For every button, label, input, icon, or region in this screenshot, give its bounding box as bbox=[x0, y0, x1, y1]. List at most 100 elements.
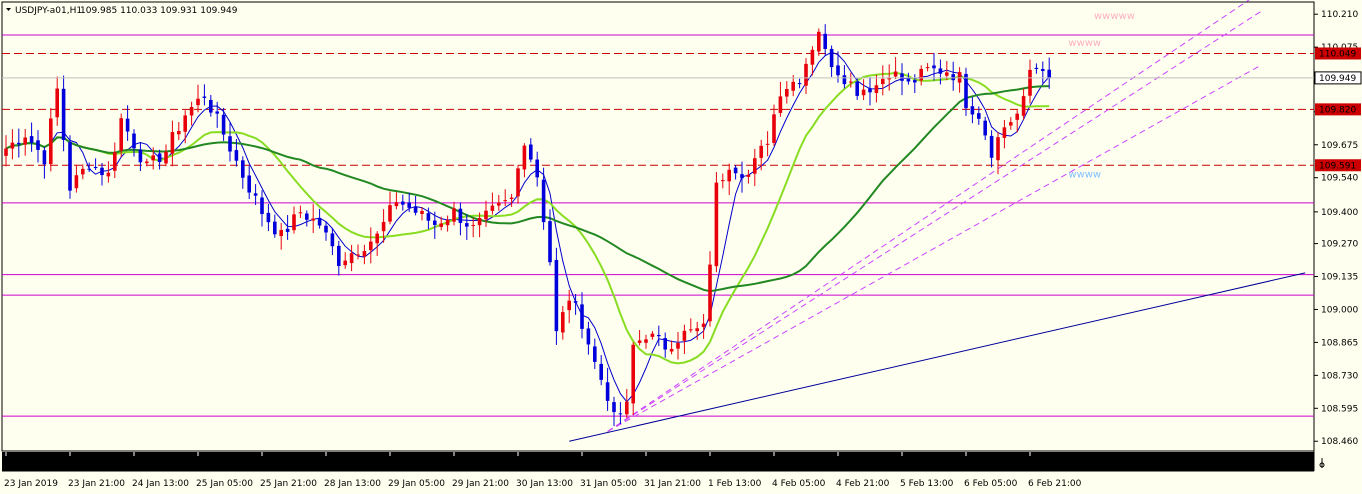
candle-body bbox=[170, 131, 175, 154]
candle-body bbox=[234, 150, 239, 161]
time-tick-label: 28 Jan 20:00 bbox=[324, 458, 381, 468]
candle-body bbox=[740, 174, 744, 179]
candle-body bbox=[247, 175, 251, 193]
candle-body bbox=[893, 71, 898, 77]
candle-body bbox=[157, 153, 162, 163]
time-tick-label: 5 Feb 04:00 bbox=[836, 458, 890, 468]
candle-body bbox=[586, 328, 591, 345]
candle-body bbox=[324, 225, 328, 233]
candle-body bbox=[868, 88, 872, 93]
candle-body bbox=[394, 202, 399, 207]
candle-body bbox=[138, 149, 143, 163]
chart-header: USDJPY-a01,H1 109.985 110.033 109.931 10… bbox=[6, 6, 238, 16]
time-tick-label: 31 Jan 21:00 bbox=[644, 479, 701, 489]
candle-body bbox=[209, 99, 213, 113]
candle-body bbox=[625, 401, 629, 415]
candle-body bbox=[913, 80, 917, 83]
candle-body bbox=[701, 323, 706, 328]
price-tick-label: 108.865 bbox=[1321, 338, 1358, 348]
candle-body bbox=[1015, 113, 1019, 120]
time-tick-label: 24 Jan 13:00 bbox=[132, 479, 189, 489]
candle-body bbox=[791, 81, 795, 91]
candle-body bbox=[714, 182, 719, 267]
candle-body bbox=[381, 221, 386, 232]
candle-body bbox=[330, 233, 335, 247]
candle-body bbox=[631, 344, 635, 404]
candle-body bbox=[298, 212, 303, 214]
candle-body bbox=[778, 96, 783, 113]
level-price-label: 109.820 bbox=[1319, 105, 1356, 115]
candle-body bbox=[349, 253, 354, 264]
candle-body bbox=[753, 158, 757, 174]
price-tick-label: 110.210 bbox=[1321, 10, 1358, 20]
candle-body bbox=[605, 382, 610, 401]
candle-body bbox=[292, 214, 296, 231]
candle-body bbox=[836, 65, 840, 76]
candle-body bbox=[849, 81, 853, 83]
time-tick-label: 20:00 bbox=[708, 458, 734, 468]
candle-body bbox=[881, 78, 885, 85]
time-tick-label: 30 Jan 04:00 bbox=[452, 458, 509, 468]
time-tick-label: 6 Feb 05:00 bbox=[964, 479, 1018, 489]
candle-body bbox=[874, 85, 879, 94]
candle-body bbox=[797, 83, 802, 85]
time-tick-label: 4 Feb 05:00 bbox=[772, 479, 826, 489]
candle-body bbox=[420, 210, 424, 214]
candle-body bbox=[4, 148, 8, 156]
candle-body bbox=[989, 135, 994, 158]
price-tick-label: 108.595 bbox=[1321, 404, 1358, 414]
price-tick-label: 109.000 bbox=[1321, 305, 1358, 315]
time-tick-label: 23 Jan 2019 bbox=[4, 479, 58, 489]
candle-body bbox=[906, 78, 911, 82]
candle-body bbox=[177, 131, 181, 135]
candle-body bbox=[29, 136, 34, 143]
candle-body bbox=[657, 334, 661, 337]
candle-body bbox=[458, 208, 463, 223]
time-tick-label: 29 Jan 12:00 bbox=[388, 458, 445, 468]
time-tick-label: 1 Feb 04:00 bbox=[644, 458, 698, 468]
candle-body bbox=[644, 339, 648, 343]
candle-body bbox=[273, 221, 277, 235]
candle-body bbox=[49, 118, 53, 165]
candle-body bbox=[964, 73, 968, 109]
time-tick-label: 20:00 bbox=[900, 458, 926, 468]
time-tick-label: 31 Jan 05:00 bbox=[580, 479, 637, 489]
candle-body bbox=[708, 264, 712, 322]
candle-body bbox=[919, 68, 923, 81]
candle-body bbox=[727, 169, 731, 182]
candle-body bbox=[1047, 69, 1051, 78]
candle-body bbox=[1021, 96, 1026, 116]
candle-body bbox=[983, 120, 987, 136]
candle-body bbox=[823, 33, 827, 49]
candle-body bbox=[785, 89, 789, 97]
price-tick-label: 108.730 bbox=[1321, 371, 1358, 381]
candle-body bbox=[145, 161, 149, 164]
candle-body bbox=[362, 251, 367, 257]
candle-body bbox=[977, 113, 981, 119]
time-tick-label: 1 Feb 13:00 bbox=[708, 479, 762, 489]
candle-body bbox=[689, 329, 693, 331]
candle-body bbox=[1041, 68, 1045, 72]
candle-body bbox=[765, 143, 770, 145]
candle-body bbox=[861, 89, 866, 96]
candle-body bbox=[189, 107, 194, 116]
time-tick-label: 28 Jan 13:00 bbox=[324, 479, 381, 489]
candle-body bbox=[164, 151, 168, 164]
candle-body bbox=[401, 201, 405, 205]
candle-body bbox=[452, 208, 456, 222]
level-price-label: 110.049 bbox=[1319, 49, 1356, 59]
time-tick-label: 30 Jan 13:00 bbox=[516, 479, 573, 489]
plot-background bbox=[0, 0, 1362, 494]
candle-body bbox=[541, 179, 546, 223]
time-tick-label: 4 Feb 21:00 bbox=[836, 479, 890, 489]
time-tick-label: 24 Jan 04:00 bbox=[68, 458, 125, 468]
candle-body bbox=[426, 213, 431, 221]
candle-body bbox=[1002, 127, 1007, 138]
candle-body bbox=[388, 205, 392, 222]
candle-body bbox=[125, 118, 130, 132]
time-tick-label: 29 Jan 05:00 bbox=[388, 479, 445, 489]
candle-body bbox=[842, 75, 847, 85]
candle-body bbox=[119, 118, 123, 151]
candle-body bbox=[669, 348, 674, 352]
time-tick-label: 6 Feb 12:00 bbox=[964, 458, 1018, 468]
